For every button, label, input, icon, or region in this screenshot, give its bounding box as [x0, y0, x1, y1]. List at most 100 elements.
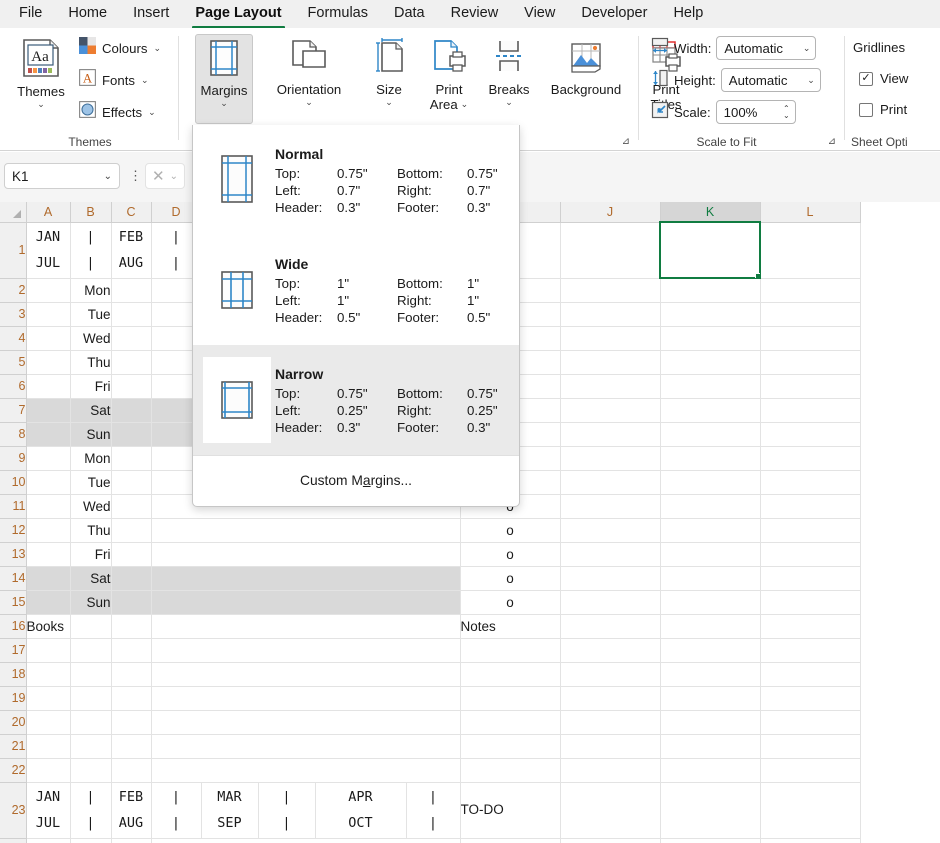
grid-cell[interactable] — [660, 422, 761, 447]
grid-cell[interactable] — [70, 733, 112, 759]
grid-cell[interactable] — [26, 757, 71, 783]
grid-cell[interactable] — [111, 661, 152, 687]
grid-cell[interactable] — [660, 350, 761, 375]
themes-button[interactable]: Aa Themes ⌄ — [8, 34, 74, 110]
grid-cell[interactable] — [70, 661, 112, 687]
print-area-button[interactable]: Print Area ⌄ — [419, 34, 479, 112]
row-header-24[interactable]: 24 — [0, 838, 27, 843]
margins-menu-item-narrow[interactable]: Narrow Top: 0.75" Bottom: 0.75" Left: 0.… — [193, 345, 519, 455]
table-row[interactable]: 23 JAN JUL | | FEB AUG | | MAR SEP | | APR OCT | | TO-DO — [0, 782, 861, 839]
scale-to-fit-dialog-launcher[interactable]: ⊿ — [828, 136, 836, 147]
grid-cell[interactable]: || — [70, 782, 112, 839]
grid-cell[interactable] — [660, 326, 761, 351]
grid-cell[interactable]: Mon — [70, 278, 112, 303]
grid-cell[interactable] — [25, 278, 71, 303]
grid-cell[interactable] — [25, 661, 71, 687]
grid-cell[interactable]: Sat — [70, 566, 112, 591]
grid-cell[interactable] — [660, 662, 761, 687]
column-header-a[interactable]: A — [26, 202, 71, 223]
grid-cell[interactable] — [151, 590, 461, 615]
column-header-j[interactable]: J — [560, 202, 661, 223]
grid-cell[interactable] — [760, 613, 861, 639]
grid-cell[interactable] — [25, 446, 71, 471]
grid-cell[interactable] — [660, 302, 761, 327]
column-header-c[interactable]: C — [111, 202, 152, 223]
grid-cell[interactable]: MARSEP — [201, 782, 259, 839]
grid-cell[interactable] — [111, 613, 152, 639]
grid-cell[interactable] — [660, 758, 761, 783]
grid-cell[interactable] — [560, 566, 661, 591]
grid-cell[interactable] — [111, 278, 152, 303]
grid-cell[interactable] — [760, 590, 861, 615]
grid-cell[interactable] — [111, 470, 152, 495]
grid-cell[interactable]: o — [459, 838, 561, 843]
grid-cell[interactable] — [111, 566, 152, 591]
grid-cell[interactable] — [111, 374, 152, 399]
grid-cell[interactable]: Fri — [70, 374, 112, 399]
grid-cell[interactable] — [760, 638, 861, 663]
custom-margins-menu-item[interactable]: Custom Ma rgins... — [193, 456, 519, 504]
grid-cell[interactable] — [660, 446, 761, 471]
row-header-22[interactable]: 22 — [0, 758, 27, 783]
grid-cell[interactable] — [660, 686, 761, 711]
grid-cell[interactable] — [560, 758, 661, 783]
grid-cell[interactable] — [111, 590, 152, 615]
grid-cell[interactable]: || — [406, 782, 461, 839]
grid-cell[interactable] — [760, 758, 861, 783]
row-header-13[interactable]: 13 — [0, 542, 27, 567]
grid-cell[interactable] — [560, 734, 661, 759]
grid-cell[interactable] — [25, 374, 71, 399]
grid-cell[interactable] — [151, 613, 461, 639]
grid-cell[interactable] — [660, 374, 761, 399]
margins-button[interactable]: Margins ⌄ — [195, 34, 253, 124]
grid-cell[interactable]: JAN JUL — [25, 782, 71, 839]
grid-cell[interactable] — [560, 838, 661, 843]
row-header-10[interactable]: 10 — [0, 470, 27, 495]
breaks-button[interactable]: Breaks ⌄ — [481, 34, 537, 108]
width-dropdown[interactable]: Automatic ⌄ — [716, 36, 817, 60]
row-header-15[interactable]: 15 — [0, 590, 27, 615]
grid-cell[interactable] — [760, 782, 861, 839]
spin-down-icon[interactable]: ⌄ — [783, 112, 790, 120]
grid-cell[interactable] — [25, 422, 71, 447]
grid-cell[interactable]: o — [459, 542, 561, 567]
grid-cell[interactable] — [560, 662, 661, 687]
row-header-12[interactable]: 12 — [0, 518, 27, 543]
row-header-8[interactable]: 8 — [0, 422, 27, 447]
grid-cell[interactable] — [25, 518, 71, 543]
margins-menu-item-wide[interactable]: Wide Top: 1" Bottom: 1" Left: 1" Right: … — [193, 235, 519, 345]
grid-cell[interactable]: Notes — [459, 613, 561, 639]
row-header-20[interactable]: 20 — [0, 710, 27, 735]
grid-cell[interactable]: Books — [25, 613, 71, 639]
grid-cell[interactable] — [25, 837, 71, 843]
row-header-4[interactable]: 4 — [0, 326, 27, 351]
row-header-23[interactable]: 23 — [0, 782, 27, 839]
grid-cell[interactable] — [111, 350, 152, 375]
grid-cell[interactable] — [459, 662, 561, 687]
grid-cell[interactable] — [151, 518, 461, 543]
grid-cell[interactable]: o — [459, 566, 561, 591]
grid-cell[interactable] — [111, 326, 152, 351]
grid-cell[interactable]: || — [70, 221, 112, 279]
table-row[interactable]: 21 — [0, 733, 861, 759]
grid-cell[interactable]: APROCT — [315, 782, 407, 839]
grid-cell[interactable]: Wed — [70, 326, 112, 351]
select-all-corner[interactable] — [0, 202, 27, 223]
grid-cell[interactable] — [560, 470, 661, 495]
grid-cell[interactable] — [560, 542, 661, 567]
grid-cell[interactable] — [660, 278, 761, 303]
row-header-19[interactable]: 19 — [0, 686, 27, 711]
grid-cell[interactable] — [760, 566, 861, 591]
grid-cell[interactable] — [660, 566, 761, 591]
grid-cell[interactable] — [760, 838, 861, 843]
grid-cell[interactable] — [660, 494, 761, 519]
grid-cell[interactable] — [25, 350, 71, 375]
formula-bar-more-icon[interactable]: ⋮ — [129, 168, 142, 184]
grid-cell[interactable] — [111, 494, 152, 519]
table-row[interactable]: 15 Sun o — [0, 590, 861, 615]
row-header-2[interactable]: 2 — [0, 278, 27, 303]
row-header-5[interactable]: 5 — [0, 350, 27, 375]
grid-cell[interactable] — [111, 637, 152, 663]
grid-cell[interactable] — [111, 518, 152, 543]
tab-formulas[interactable]: Formulas — [295, 2, 381, 26]
